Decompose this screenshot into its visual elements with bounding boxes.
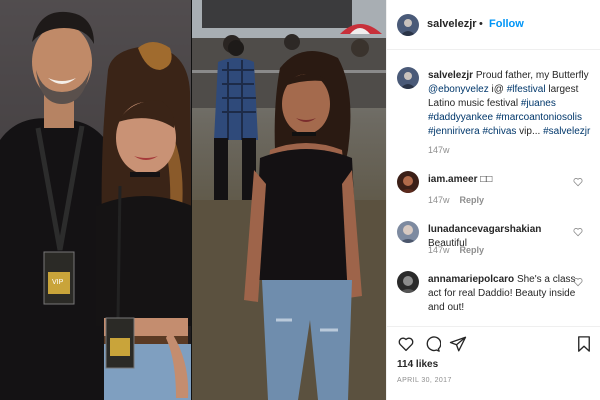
comment-text: annamariepolcaro She's a class act for r… [428,273,578,315]
caption-username[interactable]: salvelezjr [428,70,473,81]
comment-avatar[interactable] [397,271,419,293]
post-actions: 114 likes April 30, 2017 [387,326,600,400]
author-avatar[interactable] [397,14,419,36]
comment-username[interactable]: annamariepolcaro [428,274,514,285]
like-comment-heart-icon[interactable] [573,227,583,237]
like-comment-heart-icon[interactable] [573,277,583,287]
comment-meta: 147w Reply [428,195,484,205]
post-header: salvelezjr • Follow [387,0,600,50]
comments-section[interactable]: salvelezjr Proud father, my Butterfly @e… [387,51,600,325]
comment-username[interactable]: iam.ameer [428,174,477,185]
reply-button[interactable]: Reply [460,195,485,205]
comment-icon[interactable] [423,335,441,353]
hashtag-jennirivera[interactable]: #jennirivera [428,126,480,137]
comment-avatar[interactable] [397,221,419,243]
hashtag-juanes[interactable]: #juanes [521,98,556,109]
post-sidebar: salvelezjr • Follow salvelezjr Proud fat… [386,0,600,400]
reply-button[interactable]: Reply [460,245,485,255]
caption-time[interactable]: 147w [428,145,450,155]
photo-right-illustration [192,0,386,400]
comment-meta: 147w Reply [428,245,484,255]
author-username[interactable]: salvelezjr [427,18,477,30]
caption-text-4: vip... [519,126,541,137]
like-comment-heart-icon[interactable] [573,177,583,187]
likes-count[interactable]: 114 likes [397,359,438,370]
photo-left-illustration: VIP [0,0,192,400]
post-date: April 30, 2017 [397,377,452,384]
comment-avatar[interactable] [397,171,419,193]
hashtag-marcoantoniosolis[interactable]: #marcoantoniosolis [496,112,582,123]
comment-body: □□ [480,174,493,185]
post-photo[interactable]: VIP [0,0,386,400]
comment-text: iam.ameer □□ [428,173,578,187]
follow-button[interactable]: Follow [489,18,524,30]
comment-time[interactable]: 147w [428,245,450,255]
hashtag-salvelezjr[interactable]: #salvelezjr [543,126,590,137]
comment-time[interactable]: 147w [428,195,450,205]
photo-right-panel [192,0,386,400]
comment-username[interactable]: lunadancevagarshakian [428,224,541,235]
heart-icon[interactable] [397,335,415,353]
hashtag-daddyyankee[interactable]: #daddyyankee [428,112,493,123]
caption-avatar[interactable] [397,67,419,89]
caption: salvelezjr Proud father, my Butterfly @e… [428,69,594,139]
svg-text:VIP: VIP [52,279,64,286]
bookmark-icon[interactable] [575,335,593,353]
hashtag-chivas[interactable]: #chivas [482,126,516,137]
photo-left-panel: VIP [0,0,192,400]
caption-text-2: i@ [491,84,504,95]
caption-text-1: Proud father, my Butterfly [475,70,589,81]
share-icon[interactable] [449,335,467,353]
hashtag-lfestival[interactable]: #lfestival [507,84,546,95]
caption-meta: 147w [428,145,450,155]
caption-mention[interactable]: @ebonyvelez [428,84,489,95]
header-separator: • [479,18,483,30]
